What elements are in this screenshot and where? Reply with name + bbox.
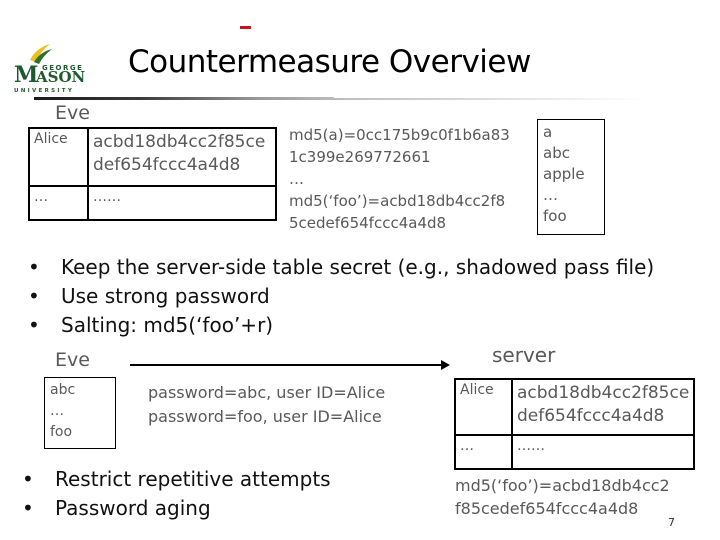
bullet-icon: • [28,255,40,279]
hash-entry: md5(‘foo’)=acbd18db4cc2f8 [289,192,506,210]
hash-entry: 5cedef654fccc4a4d8 [289,214,447,232]
dictionary-word: foo [50,424,73,440]
list-item: • Restrict repetitive attempts [22,465,331,494]
arrow-line [130,364,444,366]
bullet-icon: • [28,313,40,337]
bullet-text: Use strong password [61,284,270,308]
countermeasure-list-top: • Keep the server-side table secret (e.g.… [28,253,654,340]
hash-line: def654fccc4a4d8 [517,406,665,426]
dictionary-box-top: a abc apple … foo [537,119,605,235]
user-cell: Alice [28,127,89,187]
user-cell: … [28,185,89,221]
server-label: server [492,343,556,367]
attempt-line: password=abc, user ID=Alice [148,383,386,402]
bullet-text: Password aging [55,496,211,520]
attempt-line: password=foo, user ID=Alice [148,407,382,426]
slide-title: Countermeasure Overview [128,44,531,80]
dictionary-word: a [543,123,553,141]
page-number: 7 [668,516,675,529]
hash-cell: acbd18db4cc2f85ce def654fccc4a4d8 [87,127,277,187]
hash-entry: … [289,170,304,188]
dictionary-word: abc [543,144,570,162]
dictionary-word: … [50,403,64,419]
hash-line: acbd18db4cc2f85ce [93,132,266,152]
table-row: … …… [28,185,277,221]
bullet-text: Salting: md5(‘foo’+r) [61,313,274,337]
title-underline [34,97,334,100]
title-underline-fade [334,98,644,100]
dictionary-box-bottom: abc … foo [44,377,116,449]
list-item: • Keep the server-side table secret (e.g.… [28,253,654,282]
svg-text:UNIVERSITY: UNIVERSITY [14,88,74,94]
hash-cell: …… [510,434,696,470]
server-hash-table: Alice acbd18db4cc2f85ce def654fccc4a4d8 … [454,378,696,470]
list-item: • Password aging [22,494,331,523]
dictionary-word: … [543,186,558,204]
bullet-text: Restrict repetitive attempts [55,467,331,491]
precomputed-hashes: md5(a)=0cc175b9c0f1b6a83 1c399e269772661… [289,124,510,234]
bullet-icon: • [28,284,40,308]
table-row: … …… [454,434,696,470]
attacker-label-bottom: Eve [55,349,90,371]
hash-line: def654fccc4a4d8 [93,155,241,175]
server-md5-note: md5(‘foo’)=acbd18db4cc2 f85cedef654fccc4… [455,474,670,520]
hash-cell: …… [87,185,277,221]
list-item: • Salting: md5(‘foo’+r) [28,311,654,340]
md5-line: md5(‘foo’)=acbd18db4cc2 [455,476,670,495]
dictionary-word: abc [50,382,76,398]
svg-text:ASON: ASON [35,68,86,86]
table-row: Alice acbd18db4cc2f85ce def654fccc4a4d8 [454,378,696,436]
user-cell: … [454,434,513,470]
hash-cell: acbd18db4cc2f85ce def654fccc4a4d8 [510,378,696,436]
dictionary-word: apple [543,165,585,183]
svg-text:M: M [14,62,38,88]
gmu-logo-icon: M GEORGE ASON UNIVERSITY [14,44,86,94]
bullet-text: Keep the server-side table secret (e.g.,… [61,255,655,279]
user-cell: Alice [454,378,513,436]
countermeasure-list-bottom: • Restrict repetitive attempts • Password … [22,465,331,523]
hash-entry: md5(a)=0cc175b9c0f1b6a83 [289,126,510,144]
gmu-logo: M GEORGE ASON UNIVERSITY [12,40,94,96]
list-item: • Use strong password [28,282,654,311]
stolen-hash-table: Alice acbd18db4cc2f85ce def654fccc4a4d8 … [28,127,277,221]
hash-entry: 1c399e269772661 [289,148,431,166]
dictionary-word: foo [543,207,567,225]
bullet-icon: • [22,496,34,520]
md5-line: f85cedef654fccc4a4d8 [455,499,639,518]
accent-dash [240,26,251,29]
table-row: Alice acbd18db4cc2f85ce def654fccc4a4d8 [28,127,277,187]
attacker-label-top: Eve [55,102,90,124]
hash-line: acbd18db4cc2f85ce [517,383,690,403]
bullet-icon: • [22,467,34,491]
arrow-head-icon [441,360,450,370]
login-attempts: password=abc, user ID=Alice password=foo… [148,381,385,429]
